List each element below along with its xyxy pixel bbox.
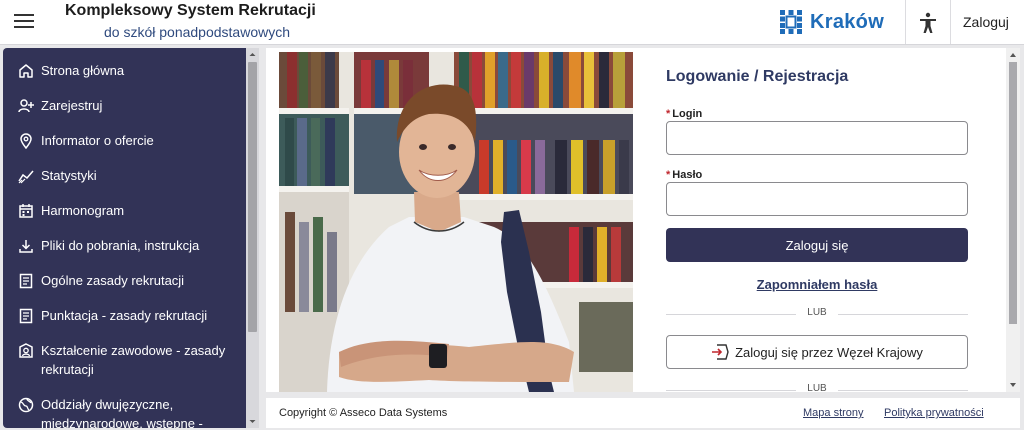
sitemap-link[interactable]: Mapa strony xyxy=(803,407,864,419)
logo-text: Kraków xyxy=(810,10,885,33)
add-user-icon xyxy=(18,99,34,113)
sidebar-menu: Strona główna Zarejestruj Informator o o… xyxy=(3,48,246,428)
globe-icon xyxy=(18,397,34,413)
sidebar-item-offer-guide[interactable]: Informator o ofercie xyxy=(3,131,246,150)
scroll-up-icon[interactable] xyxy=(246,48,259,61)
copyright-text: Copyright © Asseco Data Systems xyxy=(279,407,448,419)
sidebar: Strona główna Zarejestruj Informator o o… xyxy=(3,48,259,428)
krakow-logo[interactable]: Kraków xyxy=(780,9,884,35)
sidebar-item-statistics[interactable]: Statystyki xyxy=(3,166,246,185)
password-label-text: Hasło xyxy=(672,169,703,181)
national-node-icon xyxy=(712,344,729,360)
calendar-icon xyxy=(19,204,33,218)
sidebar-item-home[interactable]: Strona główna xyxy=(3,61,246,80)
page-footer: Copyright © Asseco Data Systems Mapa str… xyxy=(266,398,1020,428)
sidebar-scrollbar[interactable] xyxy=(246,48,259,428)
sidebar-item-bilingual-classes[interactable]: Oddziały dwujęzyczne, międzynarodowe, ws… xyxy=(3,395,246,428)
login-form-title: Logowanie / Rejestracja xyxy=(666,68,849,85)
sidebar-item-vocational-rules[interactable]: Kształcenie zawodowe - zasady rekrutacji xyxy=(3,341,246,379)
required-marker: * xyxy=(666,108,671,120)
accessibility-icon[interactable] xyxy=(916,11,940,35)
chart-icon xyxy=(18,170,34,184)
sidebar-item-general-rules[interactable]: Ogólne zasady rekrutacji xyxy=(3,271,246,290)
login-input[interactable] xyxy=(666,121,968,155)
password-input[interactable] xyxy=(666,182,968,216)
or-divider: LUB xyxy=(666,307,968,321)
national-node-login-button[interactable]: Zaloguj się przez Węzeł Krajowy xyxy=(666,335,968,369)
header-divider xyxy=(905,0,906,44)
home-icon xyxy=(19,64,33,78)
scroll-down-icon[interactable] xyxy=(1006,378,1020,392)
sidebar-item-schedule[interactable]: Harmonogram xyxy=(3,201,246,220)
or-divider: LUB xyxy=(666,383,968,392)
login-field-label: * Login xyxy=(666,108,702,120)
password-field-label: * Hasło xyxy=(666,169,702,181)
sidebar-item-label: Harmonogram xyxy=(41,203,125,218)
scroll-down-icon[interactable] xyxy=(246,415,259,428)
hamburger-icon[interactable] xyxy=(14,13,34,29)
sidebar-item-label: Kształcenie zawodowe - zasady rekrutacji xyxy=(41,343,226,377)
login-label-text: Login xyxy=(672,108,703,120)
header-login-link[interactable]: Zaloguj xyxy=(963,14,1009,30)
scroll-up-icon[interactable] xyxy=(1006,48,1020,62)
required-marker: * xyxy=(666,169,671,181)
app-subtitle: do szkół ponadpodstawowych xyxy=(104,24,291,40)
krakow-logo-mark-icon xyxy=(780,10,802,34)
sidebar-item-label: Ogólne zasady rekrutacji xyxy=(41,273,185,288)
sidebar-item-downloads[interactable]: Pliki do pobrania, instrukcja xyxy=(3,236,246,255)
sidebar-item-register[interactable]: Zarejestruj xyxy=(3,96,246,115)
sidebar-item-label: Strona główna xyxy=(41,63,125,78)
main-panel: Logowanie / Rejestracja * Login * Hasło Za… xyxy=(266,48,1006,392)
sidebar-item-scoring-rules[interactable]: Punktacja - zasady rekrutacji xyxy=(3,306,246,325)
sidebar-item-label: Statystyki xyxy=(41,168,97,183)
location-pin-icon xyxy=(20,133,32,149)
hero-photo xyxy=(279,52,633,392)
app-title: Kompleksowy System Rekrutacji xyxy=(65,2,316,19)
top-header: Kompleksowy System Rekrutacji do szkół p… xyxy=(0,0,1024,45)
download-icon xyxy=(19,240,33,253)
forgot-password-link[interactable]: Zapomniałem hasła xyxy=(666,277,968,292)
badge-icon xyxy=(19,343,33,358)
sidebar-item-label: Punktacja - zasady rekrutacji xyxy=(41,308,208,323)
sidebar-item-label: Pliki do pobrania, instrukcja xyxy=(41,238,200,253)
sidebar-item-label: Zarejestruj xyxy=(41,98,103,113)
sidebar-item-label: Informator o ofercie xyxy=(41,133,154,148)
main-scrollbar[interactable] xyxy=(1006,48,1020,392)
document-icon xyxy=(19,308,33,324)
scrollbar-thumb[interactable] xyxy=(1009,62,1017,324)
header-divider xyxy=(950,0,951,44)
or-divider-label: LUB xyxy=(807,307,827,318)
national-node-label: Zaloguj się przez Węzeł Krajowy xyxy=(735,344,923,360)
privacy-policy-link[interactable]: Polityka prywatności xyxy=(884,407,984,419)
scrollbar-thumb[interactable] xyxy=(248,62,257,332)
sidebar-item-label: Oddziały dwujęzyczne, międzynarodowe, ws… xyxy=(41,397,203,428)
login-submit-button[interactable]: Zaloguj się xyxy=(666,228,968,262)
document-icon xyxy=(19,273,33,289)
